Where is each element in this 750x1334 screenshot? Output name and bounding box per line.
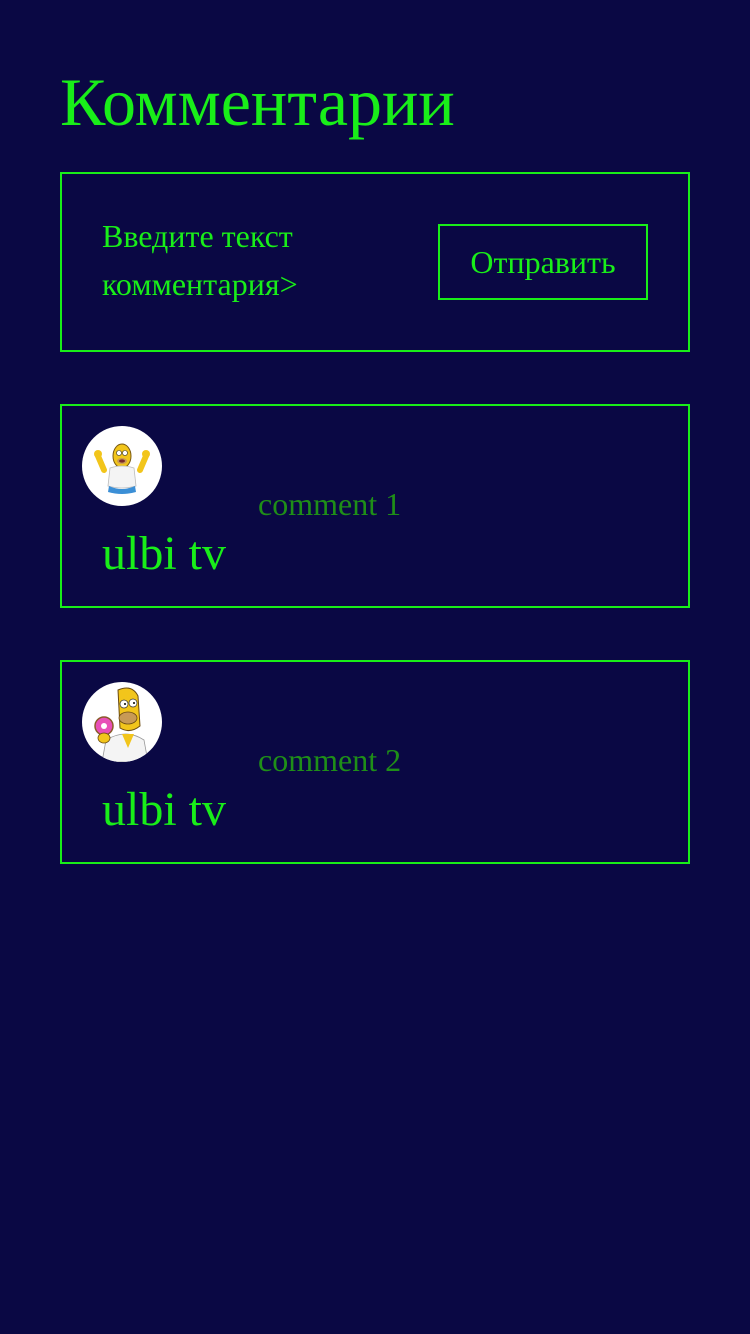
- homer-cheering-avatar-icon: [82, 426, 162, 506]
- comment-form: Введите текст комментария> Отправить: [60, 172, 690, 352]
- comment-item: comment 1 ulbi tv: [60, 404, 690, 608]
- comment-item: comment 2 ulbi tv: [60, 660, 690, 864]
- comment-author: ulbi tv: [102, 527, 227, 580]
- send-button[interactable]: Отправить: [438, 224, 648, 300]
- comment-text: comment 2: [258, 742, 402, 778]
- comment-author: ulbi tv: [102, 783, 227, 836]
- comment-text: comment 1: [258, 486, 402, 522]
- page-title: Комментарии: [60, 64, 455, 140]
- homer-donut-avatar-icon: [82, 682, 162, 762]
- comment-input[interactable]: Введите текст комментария>: [102, 212, 352, 308]
